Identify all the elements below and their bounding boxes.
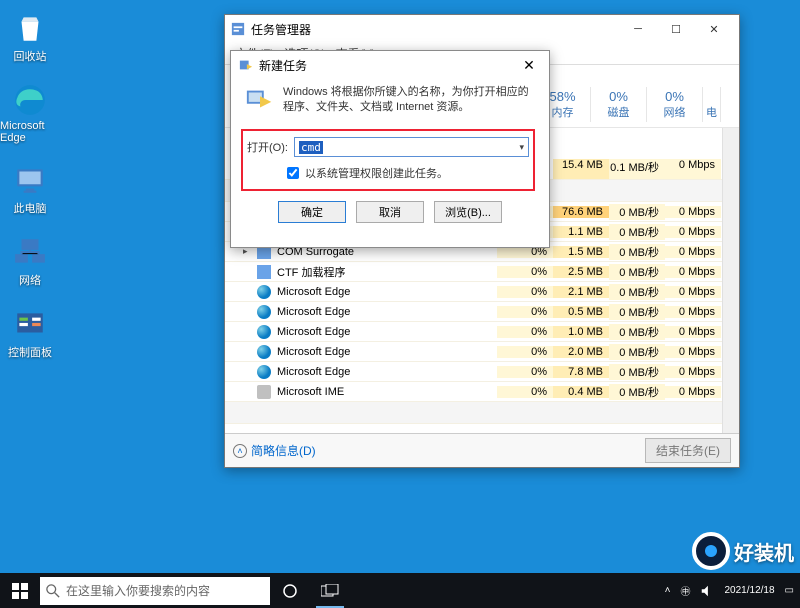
end-task-button[interactable]: 结束任务(E) (645, 438, 731, 463)
browse-button[interactable]: 浏览(B)... (434, 201, 502, 223)
dialog-title: 新建任务 (259, 57, 307, 74)
taskview-icon (321, 584, 339, 598)
open-input-value: cmd (299, 141, 323, 154)
fewer-details-button[interactable]: ˄ 简略信息(D) (233, 442, 316, 459)
process-name: Microsoft Edge (277, 346, 350, 358)
task-manager-footer: ˄ 简略信息(D) 结束任务(E) (225, 433, 739, 467)
volume-icon[interactable] (700, 584, 714, 598)
process-icon (257, 325, 271, 339)
chevron-up-icon: ˄ (233, 444, 247, 458)
close-button[interactable]: ✕ (695, 17, 733, 41)
open-input[interactable]: cmd ▾ (294, 137, 529, 157)
desktop-icon-edge[interactable]: Microsoft Edge (0, 82, 60, 144)
close-button[interactable]: ✕ (517, 57, 541, 74)
col-power[interactable]: 电 (703, 87, 721, 122)
scrollbar[interactable] (722, 128, 739, 433)
run-description: Windows 将根据你所键入的名称，为你打开相应的程序、文件夹、文档或 Int… (245, 85, 535, 115)
desktop-icon-label: Microsoft Edge (0, 120, 60, 144)
process-name: Microsoft Edge (277, 286, 350, 298)
watermark: 好装机 (692, 532, 794, 570)
search-placeholder: 在这里输入你要搜索的内容 (66, 582, 210, 599)
desktop-icon-label: 回收站 (14, 48, 47, 64)
watermark-logo-icon (692, 532, 730, 570)
desktop-icons: 回收站 Microsoft Edge 此电脑 网络 控制面板 (0, 10, 60, 378)
admin-checkbox-label: 以系统管理权限创建此任务。 (305, 165, 448, 181)
search-icon (46, 584, 60, 598)
run-dialog: 新建任务 ✕ Windows 将根据你所键入的名称，为你打开相应的程序、文件夹、… (230, 50, 550, 248)
window-title: 任务管理器 (251, 21, 311, 38)
control-panel-icon (12, 306, 48, 342)
process-row[interactable]: Microsoft Edge0%7.8 MB0 MB/秒0 Mbps (225, 362, 739, 382)
column-headers: 58%内存 0%磁盘 0%网络 电 (535, 87, 721, 122)
run-dialog-icon (245, 85, 275, 115)
taskbar: 在这里输入你要搜索的内容 ˄ ㊥ 2021/12/18 ▭ (0, 573, 800, 608)
taskview-button[interactable] (310, 573, 350, 608)
process-row[interactable]: Microsoft Edge0%2.1 MB0 MB/秒0 Mbps (225, 282, 739, 302)
process-name: Microsoft Edge (277, 366, 350, 378)
taskbar-search-input[interactable]: 在这里输入你要搜索的内容 (40, 577, 270, 605)
dropdown-icon[interactable]: ▾ (519, 142, 524, 153)
taskbar-clock[interactable]: 2021/12/18 (724, 585, 774, 597)
windows-icon (12, 583, 28, 599)
tray-chevron-icon[interactable]: ˄ (665, 585, 671, 596)
group-header (225, 402, 739, 424)
process-row[interactable]: Microsoft Edge0%2.0 MB0 MB/秒0 Mbps (225, 342, 739, 362)
cortana-icon (282, 583, 298, 599)
minimize-button[interactable]: ─ (619, 17, 657, 41)
annotation-highlight: 打开(O): cmd ▾ 以系统管理权限创建此任务。 (241, 129, 535, 191)
start-button[interactable] (0, 573, 40, 608)
edge-icon (12, 82, 48, 118)
process-icon (257, 345, 271, 359)
system-tray: ˄ ㊥ 2021/12/18 ▭ (665, 583, 800, 598)
admin-checkbox-row[interactable]: 以系统管理权限创建此任务。 (287, 165, 529, 181)
dialog-titlebar[interactable]: 新建任务 ✕ (231, 51, 549, 79)
desktop-icon-this-pc[interactable]: 此电脑 (0, 162, 60, 216)
desktop-icon-network[interactable]: 网络 (0, 234, 60, 288)
run-icon (239, 58, 253, 72)
network-icon (12, 234, 48, 270)
window-titlebar[interactable]: 任务管理器 ─ ☐ ✕ (225, 15, 739, 43)
admin-checkbox[interactable] (287, 167, 299, 179)
desktop-icon-label: 控制面板 (8, 344, 52, 360)
desktop-icon-label: 此电脑 (14, 200, 47, 216)
process-name: Microsoft IME (277, 386, 344, 398)
process-icon (257, 385, 271, 399)
taskmgr-icon (231, 22, 245, 36)
notification-icon[interactable]: ▭ (785, 585, 794, 596)
desktop-icon-label: 网络 (19, 272, 41, 288)
maximize-button[interactable]: ☐ (657, 17, 695, 41)
process-row[interactable]: Microsoft Edge0%0.5 MB0 MB/秒0 Mbps (225, 302, 739, 322)
process-name: Microsoft Edge (277, 306, 350, 318)
open-label: 打开(O): (247, 139, 288, 155)
recycle-bin-icon (12, 10, 48, 46)
process-icon (257, 365, 271, 379)
process-row[interactable]: Microsoft IME0%0.4 MB0 MB/秒0 Mbps (225, 382, 739, 402)
process-icon (257, 305, 271, 319)
computer-icon (12, 162, 48, 198)
col-network[interactable]: 0%网络 (647, 87, 703, 122)
cancel-button[interactable]: 取消 (356, 201, 424, 223)
process-icon (257, 285, 271, 299)
col-disk[interactable]: 0%磁盘 (591, 87, 647, 122)
desktop-icon-recycle-bin[interactable]: 回收站 (0, 10, 60, 64)
process-name: Microsoft Edge (277, 326, 350, 338)
process-icon (257, 265, 271, 279)
process-row[interactable]: CTF 加载程序0%2.5 MB0 MB/秒0 Mbps (225, 262, 739, 282)
process-name: CTF 加载程序 (277, 264, 345, 280)
ime-icon[interactable]: ㊥ (680, 583, 690, 598)
cortana-button[interactable] (270, 573, 310, 608)
ok-button[interactable]: 确定 (278, 201, 346, 223)
process-row[interactable]: Microsoft Edge0%1.0 MB0 MB/秒0 Mbps (225, 322, 739, 342)
desktop-icon-control-panel[interactable]: 控制面板 (0, 306, 60, 360)
